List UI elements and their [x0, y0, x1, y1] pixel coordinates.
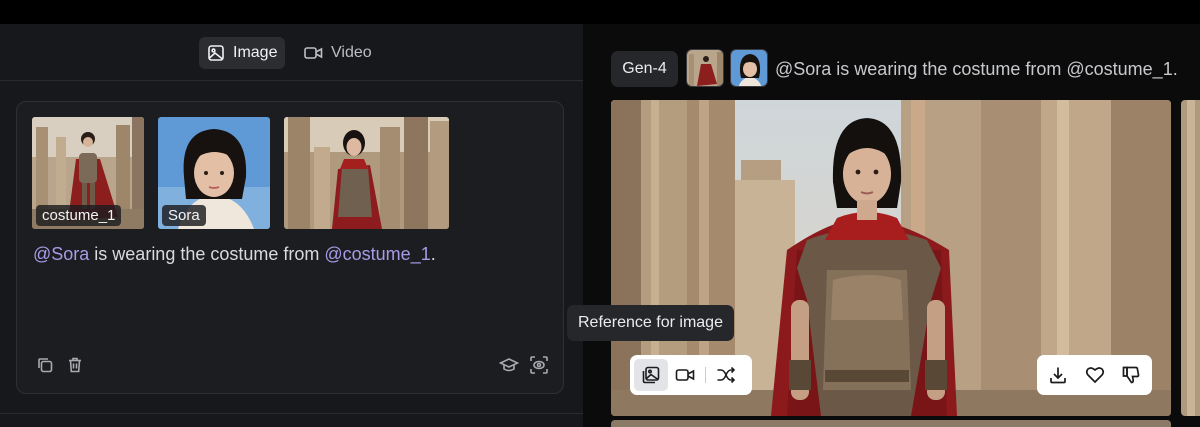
graduation-cap-icon[interactable]: [498, 354, 520, 376]
tooltip: Reference for image: [567, 305, 734, 341]
action-toolbar: [1037, 355, 1152, 395]
thumbs-down-icon[interactable]: [1114, 359, 1148, 391]
reference-label: Sora: [162, 205, 206, 226]
mention-sora[interactable]: @Sora: [33, 244, 89, 264]
prompt-text-part: is wearing the costume from: [89, 244, 325, 264]
copy-icon[interactable]: [34, 354, 56, 376]
reference-thumbnail-sora[interactable]: Sora: [158, 117, 270, 229]
reference-thumbnail-costume[interactable]: costume_1: [32, 117, 144, 229]
shuffle-icon[interactable]: [709, 359, 743, 391]
heart-icon[interactable]: [1078, 359, 1112, 391]
trash-icon[interactable]: [64, 354, 86, 376]
model-badge: Gen-4: [611, 51, 678, 87]
generated-thumbnail[interactable]: [284, 117, 449, 229]
tab-image-label: Image: [233, 44, 278, 61]
prompt-text[interactable]: @Sora is wearing the costume from @costu…: [33, 244, 436, 265]
mention-costume[interactable]: @costume_1: [324, 244, 430, 264]
image-icon: [207, 44, 225, 62]
scan-face-icon[interactable]: [528, 354, 550, 376]
tab-video[interactable]: Video: [296, 37, 380, 69]
reference-mini-costume: [686, 49, 724, 87]
download-icon[interactable]: [1041, 359, 1075, 391]
tab-video-label: Video: [331, 44, 372, 61]
reference-mini-sora: [730, 49, 768, 87]
next-image-peek[interactable]: [1181, 100, 1200, 416]
prompt-panel: Image Video costume_1 Sora @Sora is wear…: [0, 24, 583, 427]
image-toolbar: [630, 355, 752, 395]
next-row-image-peek: [611, 420, 1171, 427]
video-camera-icon[interactable]: [668, 359, 702, 391]
reference-label: costume_1: [36, 205, 122, 226]
prompt-card: costume_1 Sora @Sora is wearing the cost…: [16, 101, 564, 394]
video-camera-icon: [304, 46, 323, 60]
tab-image[interactable]: Image: [199, 37, 286, 69]
use-as-reference-icon[interactable]: [634, 359, 668, 391]
output-prompt: @Sora is wearing the costume from @costu…: [775, 59, 1178, 79]
top-bar: [0, 0, 1200, 24]
divider: [0, 413, 583, 414]
mode-switcher: Image Video: [0, 24, 583, 81]
prompt-text-end: .: [430, 244, 436, 264]
toolbar-divider: [705, 367, 706, 383]
